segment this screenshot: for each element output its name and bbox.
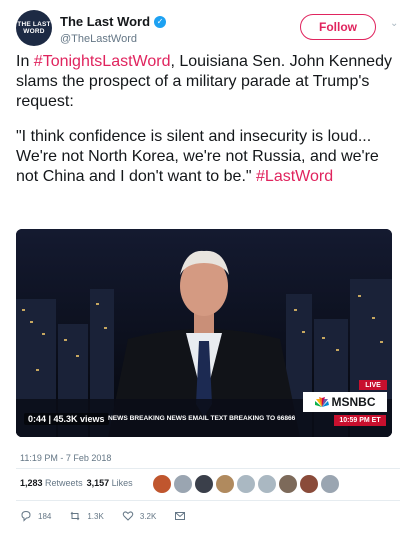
hashtag-link[interactable]: #LastWord — [256, 168, 333, 185]
envelope-icon — [175, 512, 186, 520]
tweet-paragraph-1: In #TonightsLastWord, Louisiana Sen. Joh… — [16, 52, 396, 112]
tweet-stats: 1,283 Retweets 3,157 Likes — [20, 478, 133, 488]
avatar-text: THE LAST WORD — [17, 21, 51, 35]
tweet-text-prefix: In — [16, 53, 34, 70]
tweet-header: THE LAST WORD The Last Word ✓ @TheLastWo… — [16, 10, 400, 50]
message-button[interactable] — [174, 510, 186, 522]
liker-avatar[interactable] — [299, 474, 319, 494]
liker-avatars — [152, 474, 340, 494]
retweets-label: Retweets — [45, 478, 83, 488]
liker-avatar[interactable] — [173, 474, 193, 494]
reply-icon — [21, 510, 31, 522]
display-name-row[interactable]: The Last Word ✓ — [60, 14, 167, 29]
liker-avatar[interactable] — [278, 474, 298, 494]
news-ticker: NEWS BREAKING NEWS EMAIL TEXT BREAKING T… — [108, 415, 296, 422]
retweet-button[interactable]: 1.3K — [69, 510, 104, 522]
peacock-icon — [314, 397, 329, 407]
like-button[interactable]: 3.2K — [122, 510, 156, 522]
retweets-count: 1,283 — [20, 478, 43, 488]
liker-avatar[interactable] — [257, 474, 277, 494]
divider — [16, 500, 400, 501]
display-name[interactable]: The Last Word — [60, 14, 150, 29]
liker-avatar[interactable] — [236, 474, 256, 494]
reply-count: 184 — [38, 511, 52, 521]
retweet-icon — [70, 511, 80, 521]
avatar[interactable]: THE LAST WORD — [16, 10, 52, 46]
verified-icon: ✓ — [154, 15, 167, 28]
retweet-count: 1.3K — [87, 511, 104, 521]
tweet-text: In #TonightsLastWord, Louisiana Sen. Joh… — [16, 52, 396, 202]
likes-stat[interactable]: 3,157 Likes — [87, 478, 133, 488]
broadcast-time: 10:59 PM ET — [334, 415, 386, 426]
heart-icon — [122, 511, 134, 521]
view-count: 0:44 | 45.3K views — [24, 413, 109, 425]
video-player[interactable]: LIVE MSNBC 0:44 | 45.3K views NEWS BREAK… — [16, 229, 392, 437]
reply-button[interactable]: 184 — [20, 510, 51, 522]
tweet-paragraph-2: "I think confidence is silent and insecu… — [16, 127, 396, 187]
tweet-timestamp[interactable]: 11:19 PM - 7 Feb 2018 — [20, 453, 111, 463]
network-logo: MSNBC — [303, 392, 387, 412]
likes-count: 3,157 — [86, 478, 110, 488]
chevron-down-icon[interactable]: ⌄ — [390, 18, 400, 29]
account-names: The Last Word ✓ @TheLastWord — [60, 14, 167, 45]
live-badge: LIVE — [359, 380, 387, 390]
handle[interactable]: @TheLastWord — [60, 33, 166, 45]
follow-button[interactable]: Follow — [300, 14, 376, 40]
likes-label: Likes — [111, 478, 133, 488]
network-name: MSNBC — [331, 395, 376, 409]
liker-avatar[interactable] — [320, 474, 340, 494]
hashtag-link[interactable]: #TonightsLastWord — [34, 53, 171, 70]
liker-avatar[interactable] — [194, 474, 214, 494]
tweet-actions: 184 1.3K 3.2K — [20, 510, 204, 522]
liker-avatar[interactable] — [215, 474, 235, 494]
liker-avatar[interactable] — [152, 474, 172, 494]
retweets-stat[interactable]: 1,283 Retweets — [20, 478, 83, 488]
divider — [16, 468, 400, 469]
like-count: 3.2K — [139, 511, 157, 521]
